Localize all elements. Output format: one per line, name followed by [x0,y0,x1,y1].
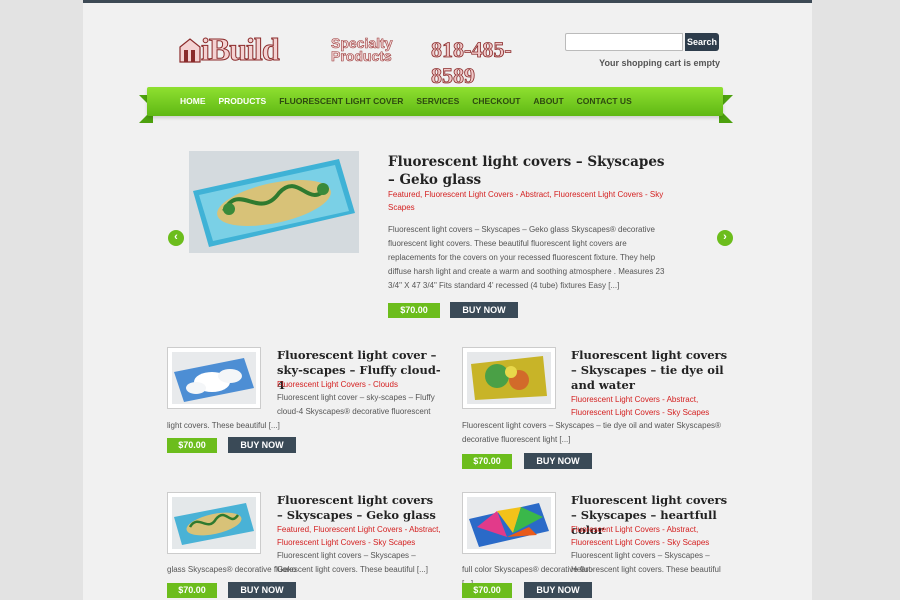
product-excerpt: Fluorescent light cover – sky-scapes – F… [277,393,435,416]
product-buy-now-button[interactable]: BUY NOW [228,437,296,453]
product-buy-now-button[interactable]: BUY NOW [524,453,592,469]
nav-item-products[interactable]: PRODUCTS [219,96,267,106]
product-image[interactable] [167,347,261,409]
cart-status: Your shopping cart is empty [599,58,720,68]
product-categories[interactable]: Fluorescent Light Covers - Clouds [277,378,447,391]
product-image[interactable] [167,492,261,554]
featured-buy-now-button[interactable]: BUY NOW [450,302,518,318]
product-categories[interactable]: Featured, Fluorescent Light Covers - Abs… [277,523,447,549]
nav-item-services[interactable]: SERVICES [416,96,459,106]
product-excerpt: Fluorescent light covers – Skyscapes – t… [462,421,721,444]
nav-item-fluorescent-light-cover[interactable]: FLUORESCENT LIGHT COVER [279,96,403,106]
logo-specialty-text: Specialty Products [331,35,393,64]
product-price: $70.00 [462,583,512,598]
product-categories[interactable]: Fluorescent Light Covers - Abstract, Flu… [571,393,731,419]
page-container: iBuild Specialty Products 818-485-8589 S… [83,0,812,600]
search-input[interactable] [565,33,683,51]
featured-title[interactable]: Fluorescent light covers – Skyscapes – G… [388,153,668,189]
product-price: $70.00 [462,454,512,469]
slider-next-button[interactable]: › [717,230,733,246]
nav-item-contact-us[interactable]: CONTACT US [577,96,632,106]
featured-excerpt: Fluorescent light covers – Skyscapes – G… [388,225,665,290]
site-logo[interactable]: iBuild Specialty Products 818-485-8589 [179,31,551,88]
featured-product-image[interactable] [189,151,359,253]
product-image[interactable] [462,347,556,409]
logo-house-icon [179,38,201,63]
logo-phone-number: 818-485-8589 [431,37,512,89]
product-title[interactable]: Fluorescent light covers – Skyscapes – G… [277,493,437,523]
chevron-left-icon: ‹ [174,231,178,243]
product-price: $70.00 [167,583,217,598]
product-buy-now-button[interactable]: BUY NOW [524,582,592,598]
product-excerpt-continued: light covers. These beautiful [...] [167,421,280,430]
product-price: $70.00 [167,438,217,453]
nav-item-home[interactable]: HOME [180,96,206,106]
nav-item-about[interactable]: ABOUT [533,96,563,106]
product-image[interactable] [462,492,556,554]
chevron-right-icon: › [723,231,727,243]
search-button[interactable]: Search [685,33,719,51]
featured-categories[interactable]: Featured, Fluorescent Light Covers - Abs… [388,188,668,214]
product-buy-now-button[interactable]: BUY NOW [228,582,296,598]
nav-item-checkout[interactable]: CHECKOUT [472,96,520,106]
product-excerpt-continued: glass Skyscapes® decorative fluorescent … [167,565,428,574]
product-title[interactable]: Fluorescent light covers – Skyscapes – t… [571,348,731,393]
main-nav: HOME PRODUCTS FLUORESCENT LIGHT COVER SE… [147,87,723,116]
featured-price: $70.00 [388,303,440,318]
logo-build-text: iBuild [201,31,281,67]
slider-prev-button[interactable]: ‹ [168,230,184,246]
product-categories[interactable]: Fluorescent Light Covers - Abstract, Flu… [571,523,731,549]
